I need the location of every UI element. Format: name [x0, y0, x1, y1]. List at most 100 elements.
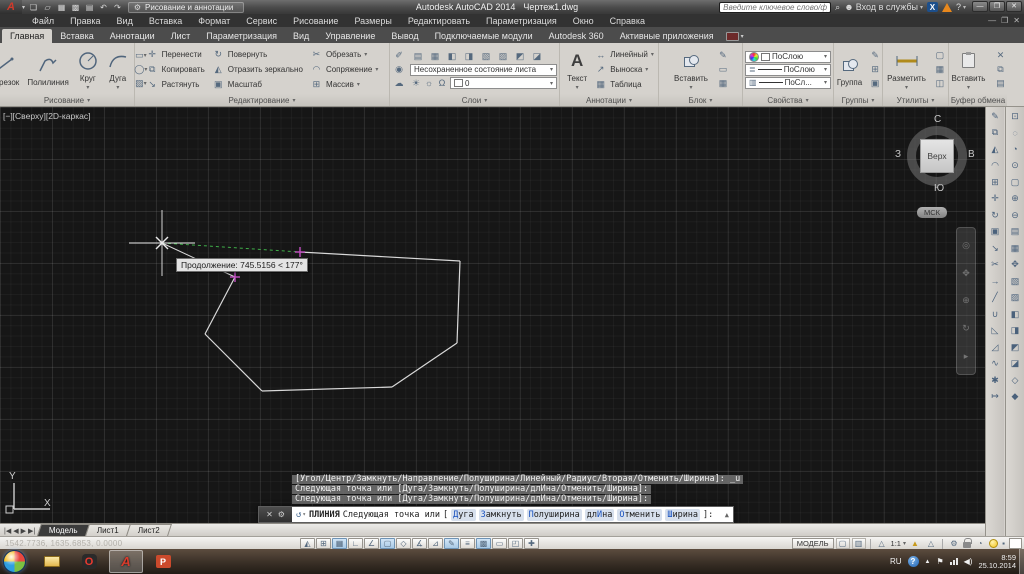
group-edit-button[interactable]: ⊞ — [868, 63, 882, 76]
layer-state-button[interactable]: ▦ — [427, 50, 443, 63]
command-option-chip[interactable]: Отменить — [617, 509, 662, 521]
menu-item[interactable]: Редактировать — [400, 16, 478, 26]
next-tab-button[interactable]: ▶ — [21, 527, 26, 535]
paste-button[interactable]: Вставить▾ — [949, 49, 989, 91]
array-tool[interactable]: ⊞ — [988, 175, 1003, 189]
layer-dropdown[interactable]: 0▾ — [450, 77, 557, 89]
blend-curves-tool[interactable]: ∿ — [988, 357, 1003, 371]
snap-mode-toggle[interactable]: ⊞ — [316, 538, 331, 549]
revision-cloud-button[interactable]: ☁ — [392, 77, 406, 90]
ribbon-tab[interactable]: Активные приложения — [612, 29, 722, 43]
dynamic-ucs-toggle[interactable]: ⊿ — [428, 538, 443, 549]
selection-cycling-toggle[interactable]: ◰ — [508, 538, 523, 549]
search-binoculars-icon[interactable]: ⌕ — [835, 2, 840, 13]
isolate-objects-icon[interactable] — [989, 539, 998, 548]
panel-label-annotation[interactable]: Аннотации▾ — [560, 94, 658, 106]
group-button[interactable]: Группа — [834, 53, 865, 87]
table-button[interactable]: ▦ Таблица — [594, 78, 654, 91]
status-menu-icon[interactable]: ▪ — [1000, 538, 1007, 549]
taskbar-powerpoint[interactable]: P — [146, 550, 180, 573]
pan-icon[interactable]: ✥ — [962, 268, 970, 279]
cut-button[interactable]: ✕ — [993, 49, 1007, 62]
copy-clip-button[interactable]: ⧉ — [993, 63, 1007, 76]
quick-properties-toggle[interactable]: ▭ — [492, 538, 507, 549]
ribbon-tab[interactable]: Параметризация — [198, 29, 285, 43]
taskbar-opera[interactable]: O — [72, 550, 106, 573]
clock[interactable]: 8:59 25.10.2014 — [978, 554, 1016, 570]
prev-tab-button[interactable]: ◀ — [13, 527, 18, 535]
panel-label-properties[interactable]: Свойства▾ — [743, 94, 833, 106]
tab-layout2[interactable]: Лист2 — [126, 524, 172, 536]
zoom-scale-tool[interactable]: ◔ — [1008, 142, 1023, 156]
transparency-toggle[interactable]: ▩ — [476, 538, 491, 549]
insert-block-button[interactable]: Вставить▾ — [671, 49, 711, 91]
infer-constraints-toggle[interactable]: ◭ — [300, 538, 315, 549]
wcs-menu[interactable]: МСК — [917, 207, 947, 218]
workspace-switch-icon[interactable]: ⚙ — [947, 538, 961, 549]
layer-unlock-icon[interactable]: Ω — [436, 77, 448, 90]
layer-freeze-button[interactable]: ▧ — [478, 50, 494, 63]
coordinates-display[interactable]: 1542.7736, 1635.6853, 0.0000 — [5, 539, 122, 548]
ungroup-button[interactable]: ✎ — [868, 49, 882, 62]
color-dropdown[interactable]: ПоСлою▾ — [745, 51, 831, 63]
quick-calculator-button[interactable]: ▦ — [933, 63, 947, 76]
polar-tracking-toggle[interactable]: ∠ — [364, 538, 379, 549]
menu-item[interactable]: Параметризация — [478, 16, 565, 26]
last-tab-button[interactable]: ▶| — [28, 527, 35, 535]
menu-item[interactable]: Сервис — [238, 16, 285, 26]
command-option-chip[interactable]: Полуширина — [527, 509, 582, 521]
copy-tool[interactable]: ⧉ — [988, 126, 1003, 140]
grid-display-toggle[interactable]: ▦ — [332, 538, 347, 549]
showmotion-icon[interactable]: ▸ — [964, 351, 969, 362]
object-snap-toggle[interactable]: ▢ — [380, 538, 395, 549]
move-button[interactable]: ✛ Перенести ▾ — [146, 48, 205, 61]
layer-thaw-icon[interactable]: ☼ — [423, 77, 435, 90]
pedit-tool[interactable]: ↦ — [988, 390, 1003, 404]
network-icon[interactable] — [950, 558, 958, 565]
menu-item[interactable]: Размеры — [346, 16, 399, 26]
taskbar-autocad[interactable]: A — [109, 550, 143, 573]
annotation-scale-arrow-icon[interactable]: ▾ — [903, 540, 906, 547]
maximize-button[interactable]: ❐ — [989, 1, 1005, 12]
lock-ui-icon[interactable] — [963, 542, 971, 548]
show-desktop-button[interactable] — [1019, 549, 1024, 574]
lineweight-dropdown[interactable]: ≣ ПоСлою▾ — [745, 64, 831, 76]
annotation-scale-icon[interactable]: △ — [875, 538, 889, 549]
ribbon-tab[interactable]: Лист — [163, 29, 199, 43]
menu-item[interactable]: Окно — [565, 16, 602, 26]
zoom-all-tool[interactable]: ▤ — [1008, 225, 1023, 239]
ortho-mode-toggle[interactable]: ∟ — [348, 538, 363, 549]
panel-label-layers[interactable]: Слои▾ — [390, 94, 559, 106]
layer-on-icon[interactable]: ☀ — [410, 77, 422, 90]
hardware-accel-icon[interactable]: ◔ — [973, 538, 987, 549]
view-right-tool[interactable]: ◨ — [1008, 324, 1023, 338]
scale-button[interactable]: ▣ Масштаб ▾ — [212, 78, 303, 91]
paste-special-button[interactable]: ▤ — [993, 77, 1007, 90]
polyline-button[interactable]: Полилиния — [24, 53, 72, 87]
array-button[interactable]: ⊞ Массив ▾ — [310, 78, 378, 91]
tab-model[interactable]: Модель — [37, 524, 90, 536]
action-center-icon[interactable]: ⚑ — [936, 557, 943, 566]
viewcube-north[interactable]: С — [934, 114, 941, 125]
app-menu-arrow-icon[interactable]: ▾ — [22, 4, 25, 11]
extend-tool[interactable]: → — [988, 274, 1003, 288]
menu-item[interactable]: Справка — [602, 16, 653, 26]
tab-layout1[interactable]: Лист1 — [85, 524, 131, 536]
open-button[interactable]: ▱ — [41, 1, 54, 13]
orbit-icon[interactable]: ↻ — [962, 323, 970, 334]
menu-item[interactable]: Вид — [109, 16, 141, 26]
annotation-scale-value[interactable]: 1:1 — [891, 539, 901, 548]
ribbon-tab[interactable]: Аннотации — [102, 29, 163, 43]
zoom-in-tool[interactable]: ⊕ — [1008, 192, 1023, 206]
command-close-icon[interactable]: ✕ — [266, 510, 273, 519]
start-button[interactable] — [3, 550, 26, 573]
exchange-apps-icon[interactable]: X — [927, 2, 938, 12]
line-button[interactable]: Отрезок — [0, 53, 22, 87]
match-properties-button[interactable]: ✐ — [392, 49, 406, 62]
signin-button[interactable]: ☻ Вход в службы ▾ — [844, 2, 923, 12]
model-icon[interactable]: ▢ — [836, 538, 850, 549]
view-top-tool[interactable]: ▧ — [1008, 274, 1023, 288]
navigation-bar[interactable]: ◎✥⊕↻▸ — [956, 227, 976, 375]
viewcube-west[interactable]: З — [895, 149, 901, 160]
manage-attributes-button[interactable]: ▦ — [716, 77, 730, 90]
